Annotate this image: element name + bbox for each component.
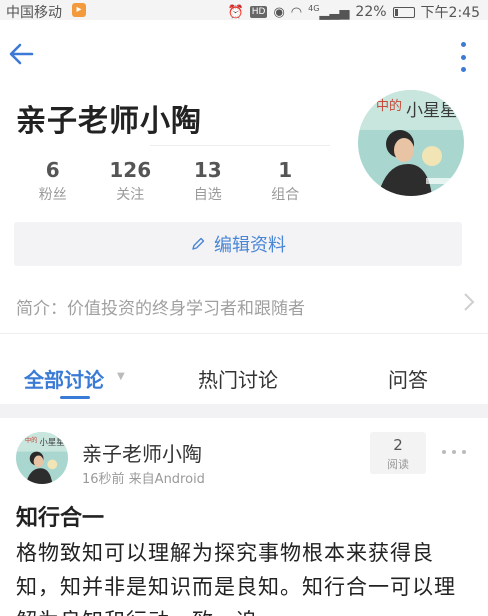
svg-text:中的: 中的 [376, 98, 402, 114]
clock: 下午2:45 [420, 5, 480, 21]
profile-bio[interactable]: 简介：价值投资的终身学习者和跟随者 [16, 294, 305, 319]
post-title[interactable]: 知行合一 [16, 500, 104, 532]
post-meta: 16秒前 来自Android [82, 472, 205, 487]
svg-text:小星星: 小星星 [406, 101, 457, 121]
stat-label: 粉丝 [38, 187, 67, 203]
hd-badge: HD [249, 6, 268, 18]
post-author-avatar[interactable]: 中的 小星星 [16, 432, 68, 484]
avatar[interactable]: 中的 小星星 [358, 90, 464, 196]
stat-label: 关注 [116, 187, 145, 203]
avatar-image: 中的 小星星 [16, 432, 68, 484]
read-count: 2 [393, 436, 403, 454]
eye-icon: ◉ [273, 4, 285, 20]
more-vertical-icon [460, 42, 466, 47]
stat-followers[interactable]: 6 粉丝 [14, 158, 92, 204]
edit-profile-label: 编辑资料 [214, 235, 286, 256]
avatar-image: 中的 小星星 [358, 90, 464, 196]
wifi-icon: ◠ [290, 4, 303, 20]
alarm-icon: ⏰ [227, 4, 244, 20]
stat-value: 13 [193, 158, 222, 182]
pencil-icon [192, 237, 205, 250]
notification-app-icon: ▸ [72, 3, 86, 17]
network-type: 4G [308, 3, 320, 13]
divider [0, 333, 488, 334]
tab-all-discussions[interactable]: 全部讨论 [24, 364, 104, 393]
post-author-name[interactable]: 亲子老师小陶 [82, 438, 202, 467]
battery-percent: 22% [355, 4, 387, 20]
back-button[interactable] [4, 36, 40, 72]
tab-hot-discussions[interactable]: 热门讨论 [198, 364, 278, 393]
stats-row: 6 粉丝 126 关注 13 自选 1 组合 [14, 158, 324, 204]
read-label: 阅读 [387, 458, 409, 471]
divider [150, 145, 330, 146]
post-more-button[interactable] [442, 448, 466, 456]
stat-value: 1 [278, 158, 293, 182]
section-gap [0, 404, 488, 418]
edit-profile-button[interactable]: 编辑资料 [14, 222, 462, 266]
arrow-left-icon [9, 43, 34, 65]
active-tab-indicator [60, 396, 90, 399]
stat-value: 126 [109, 158, 152, 182]
more-horizontal-icon [442, 450, 446, 454]
signal-icon: 4G▂▃▅ [308, 3, 350, 21]
battery-fill [394, 8, 399, 16]
stat-label: 自选 [193, 187, 222, 203]
post-body[interactable]: 格物致知可以理解为探究事物根本来获得良知，知并非是知识而是良知。知行合一可以理解… [16, 536, 476, 616]
stat-portfolios[interactable]: 1 组合 [247, 158, 325, 204]
caret-down-icon[interactable]: ▼ [117, 371, 125, 382]
status-icons: ⏰ HD ◉ ◠ 4G▂▃▅ 22% 下午2:45 [228, 2, 480, 22]
battery-icon [392, 6, 415, 18]
profile-name: 亲子老师小陶 [16, 104, 202, 139]
carrier-name: 中国移动 [6, 5, 62, 21]
more-options-button[interactable] [458, 42, 468, 72]
status-bar: 中国移动 ▸ ⏰ HD ◉ ◠ 4G▂▃▅ 22% 下午2:45 [0, 0, 488, 22]
tab-bar: 全部讨论 ▼ 热门讨论 问答 [0, 356, 488, 406]
tab-qa[interactable]: 问答 [388, 364, 428, 393]
stat-following[interactable]: 126 关注 [92, 158, 170, 204]
app-bar [0, 20, 488, 92]
svg-text:小星星: 小星星 [40, 437, 65, 447]
stat-watchlist[interactable]: 13 自选 [169, 158, 247, 204]
stat-value: 6 [45, 158, 60, 182]
stat-label: 组合 [271, 187, 300, 203]
post-card[interactable]: 中的 小星星 亲子老师小陶 16秒前 来自Android 2 阅读 知行合一 格… [0, 418, 488, 616]
chevron-right-icon[interactable] [462, 290, 476, 314]
read-count-badge: 2 阅读 [370, 432, 426, 474]
svg-text:中的: 中的 [25, 435, 38, 444]
